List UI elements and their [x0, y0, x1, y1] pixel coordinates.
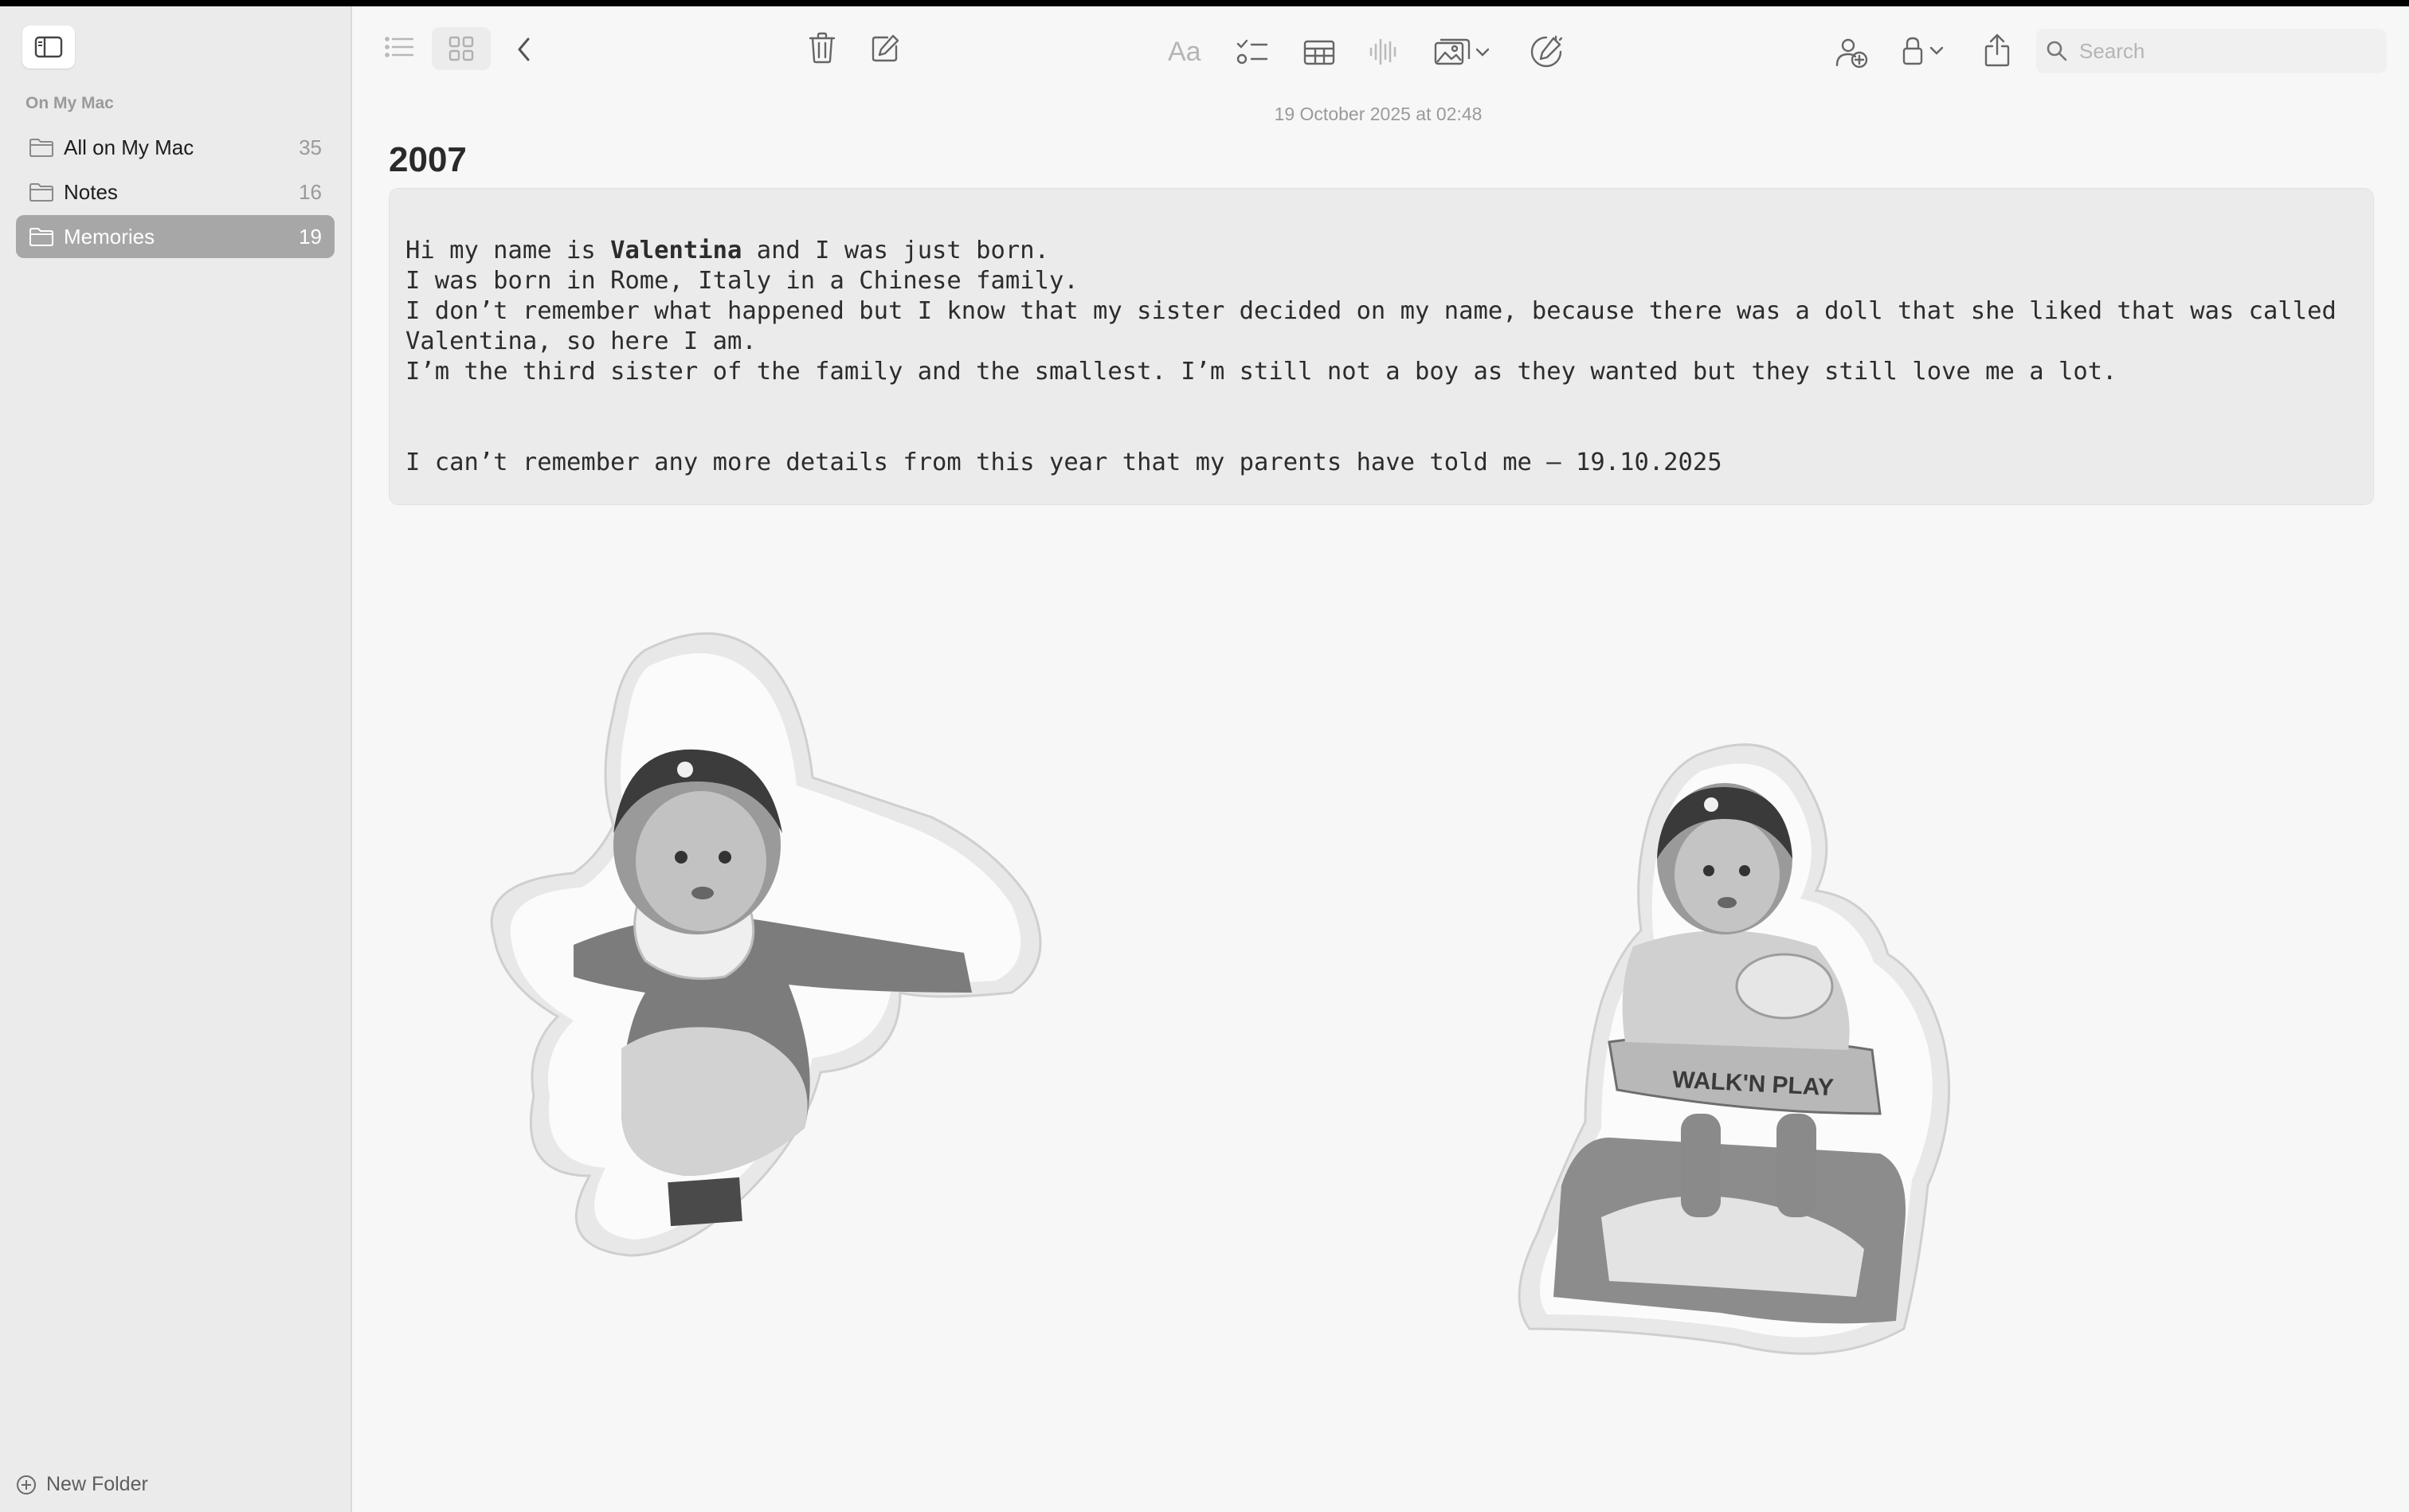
new-folder-button[interactable]: New Folder — [16, 1473, 148, 1496]
note-line-1-end: and I was just born. — [742, 237, 1049, 264]
checklist-button[interactable] — [1236, 38, 1268, 65]
gallery-view-button[interactable] — [432, 27, 491, 70]
search-icon — [2047, 41, 2067, 61]
trash-icon — [809, 32, 836, 64]
note-line-5: I’m the third sister of the family and t… — [405, 358, 2117, 386]
sidebar-item-all-on-my-mac[interactable]: All on My Mac 35 — [16, 126, 335, 169]
lock-icon — [1902, 37, 1923, 65]
delete-button[interactable] — [808, 32, 836, 64]
media-menu-button[interactable] — [1434, 38, 1490, 67]
sidebar-item-memories[interactable]: Memories 19 — [16, 215, 335, 258]
note-line-1-bold: Valentina — [610, 237, 742, 264]
note-title[interactable]: 2007 — [389, 140, 467, 180]
note-line-1-start: Hi my name is — [405, 237, 611, 264]
sidebar: On My Mac All on My Mac 35 Notes 16 Memo… — [0, 6, 352, 1512]
notes-window: On My Mac All on My Mac 35 Notes 16 Memo… — [0, 6, 2409, 1512]
search-input[interactable] — [2078, 37, 2368, 65]
note-line-2: I was born in Rome, Italy in a Chinese f… — [405, 267, 1079, 295]
folder-icon — [29, 183, 53, 202]
list-icon — [385, 37, 414, 57]
share-collaborate-button[interactable] — [1834, 37, 1869, 69]
compose-button[interactable] — [870, 33, 900, 64]
note-line-3: I don’t remember what happened but I kno… — [405, 297, 2337, 325]
grid-icon — [449, 36, 474, 61]
folder-count: 19 — [299, 224, 322, 249]
photo-icon — [1434, 38, 1471, 65]
back-button[interactable] — [516, 37, 532, 62]
waveform-icon — [1369, 38, 1396, 65]
folder-label: Memories — [64, 224, 155, 249]
writing-tools-icon — [1530, 35, 1563, 68]
sidebar-icon — [34, 36, 63, 58]
share-button[interactable] — [1984, 33, 2011, 67]
note-line-6: I can’t remember any more details from t… — [405, 449, 1722, 476]
folder-count: 16 — [299, 179, 322, 204]
note-date: 19 October 2025 at 02:48 — [1274, 104, 1483, 124]
note-line-1: Hi my name is Valentina and I was just b… — [405, 237, 1049, 264]
format-icon: Aa — [1168, 37, 1201, 67]
person-add-icon — [1835, 38, 1868, 69]
collaborate-button[interactable] — [1530, 35, 1563, 69]
lock-menu-button[interactable] — [1902, 37, 1944, 65]
share-icon — [1984, 33, 2010, 67]
sidebar-toggle-button[interactable] — [22, 25, 75, 69]
monostyled-text-block[interactable]: Hi my name is Valentina and I was just b… — [389, 188, 2374, 505]
table-button[interactable] — [1303, 40, 1335, 65]
sidebar-item-notes[interactable]: Notes 16 — [16, 170, 335, 213]
chevron-down-icon — [1929, 46, 1944, 55]
folder-count: 35 — [299, 135, 322, 159]
list-view-button[interactable] — [384, 35, 416, 59]
checklist-icon — [1236, 39, 1268, 65]
baby-photo-sticker-2[interactable]: WALK'N PLAY — [1514, 739, 2039, 1369]
folder-label: Notes — [64, 179, 118, 204]
plus-circle-icon — [17, 1475, 36, 1494]
baby-photo-sticker-1[interactable] — [486, 618, 1099, 1263]
compose-icon — [872, 34, 899, 62]
search-field[interactable] — [2036, 29, 2387, 73]
chevron-down-icon — [1475, 48, 1490, 57]
folder-icon — [29, 228, 53, 246]
chevron-left-icon — [518, 37, 530, 61]
audio-button — [1369, 38, 1397, 65]
format-button[interactable]: Aa — [1168, 37, 1201, 68]
new-folder-label: New Folder — [46, 1473, 148, 1495]
table-icon — [1303, 40, 1335, 65]
folder-label: All on My Mac — [64, 135, 194, 159]
section-title-on-my-mac: On My Mac — [25, 94, 114, 112]
note-line-4: Valentina, so here I am. — [405, 327, 757, 355]
folder-icon — [29, 139, 53, 157]
